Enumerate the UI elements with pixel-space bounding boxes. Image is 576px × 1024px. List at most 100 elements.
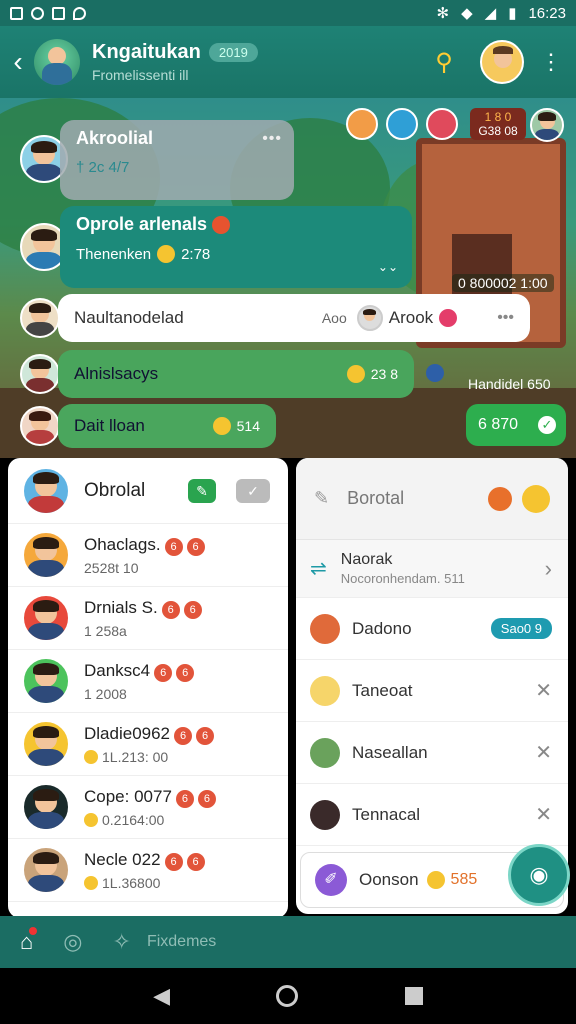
contact-subtitle: 1 258a <box>84 622 127 639</box>
more-vertical-icon[interactable]: ⋮ <box>540 49 562 75</box>
count-label: 585 <box>450 871 478 888</box>
chat-area: 1 8 0 G38 08 Akroolial † 2c 4/7 ••• Oprol… <box>0 98 576 458</box>
badge-icon: 6 <box>175 789 194 808</box>
left-contacts-panel: Obrolal ✎ ✓ Ohaclags. 6 6 2528t 10 Drnials S… <box>8 458 288 918</box>
back-arrow-icon[interactable]: ‹ <box>4 46 32 78</box>
sender-avatar[interactable] <box>20 354 60 394</box>
nav-row[interactable]: ⇌ Naorak Nocoronhendam. 511 › <box>296 540 568 598</box>
message-bubble[interactable]: Akroolial † 2c 4/7 ••• <box>60 120 294 200</box>
sender-avatar[interactable] <box>20 406 60 446</box>
emoji-icon <box>212 417 231 435</box>
notification-icon <box>10 6 23 20</box>
close-icon[interactable]: ✕ <box>535 802 552 827</box>
home-icon[interactable]: ⌂ <box>20 927 38 955</box>
group-avatar[interactable] <box>34 39 80 85</box>
chat-title: Kngaitukan <box>92 41 201 63</box>
badge-icon: 6 <box>196 726 215 745</box>
sun-icon <box>522 484 550 513</box>
status-badge: Sao0 9 <box>490 618 552 639</box>
contact-row[interactable]: Ohaclags. 6 6 2528t 10 <box>8 524 288 587</box>
contact-row[interactable]: Danksc4 6 6 1 2008 <box>8 650 288 713</box>
right-panel-header: ✎ Borotal <box>296 458 568 540</box>
contact-list: Ohaclags. 6 6 2528t 10 Drnials S. 6 6 1 258a Dan… <box>8 524 288 902</box>
panel-avatar[interactable] <box>22 466 70 515</box>
avatar <box>310 613 340 644</box>
reaction-pill[interactable]: 6 870 ✓ <box>466 404 566 446</box>
tools-icon[interactable]: ✧ <box>113 929 131 955</box>
profile-icon[interactable]: ◎ <box>63 929 82 955</box>
signal-icon: ◢ <box>484 5 497 22</box>
contact-subtitle: 2528t 10 <box>84 559 139 576</box>
option-row-naseallan[interactable]: Naseallan ✕ <box>296 722 568 784</box>
gear-icon: ✻ <box>436 5 450 22</box>
emoji-icon <box>157 245 176 263</box>
contact-subtitle: 1L.36800 <box>84 875 205 891</box>
edit-icon[interactable]: ✎ <box>188 478 216 503</box>
contact-row[interactable]: Dladie0962 6 6 1L.213: 00 <box>8 713 288 776</box>
settings-icon <box>31 6 44 20</box>
fab-button[interactable]: ◉ <box>508 844 570 906</box>
bottom-nav: ⌂ ◎ ✧ Fixdemes <box>0 916 576 968</box>
participant-avatar[interactable] <box>426 108 458 140</box>
chat-title-area[interactable]: Kngaitukan 2019 Fromelissenti ill <box>92 41 424 83</box>
contact-subtitle: 1L.213: 00 <box>84 749 214 765</box>
home-circle-icon[interactable] <box>276 985 299 1007</box>
message-bubble[interactable]: Alnislsacys 23 8 <box>58 350 414 398</box>
message-meta: 23 8 <box>370 366 398 382</box>
badge-icon: 6 <box>183 600 202 619</box>
reply-avatar <box>356 305 383 331</box>
contact-row[interactable]: Drnials S. 6 6 1 258a <box>8 587 288 650</box>
contact-avatar <box>22 783 70 831</box>
contact-name: Cope: 0077 6 6 <box>84 787 216 808</box>
contact-avatar <box>22 720 70 768</box>
participant-badge: 1 8 0 G38 08 <box>470 108 526 140</box>
more-icon[interactable]: ••• <box>262 130 282 148</box>
expand-icon[interactable]: ⌄⌄ <box>378 260 398 274</box>
emoji-icon <box>426 871 445 889</box>
option-row-tennacal[interactable]: Tennacal ✕ <box>296 784 568 846</box>
participant-avatar[interactable] <box>386 108 418 140</box>
badge-icon: 6 <box>164 852 183 871</box>
checkbox-icon[interactable]: ✓ <box>236 478 270 503</box>
contact-avatar <box>22 594 70 642</box>
wifi-icon: ◆ <box>461 5 473 22</box>
clock-text: 16:23 <box>528 4 566 22</box>
check-icon: ✓ <box>538 416 556 434</box>
participant-avatar[interactable] <box>530 108 564 142</box>
badge-icon: 6 <box>174 726 193 745</box>
eye-icon: ◉ <box>529 862 549 887</box>
participant-avatar[interactable] <box>346 108 378 140</box>
contact-name: Ohaclags. 6 6 <box>84 535 205 556</box>
emoji-icon <box>346 365 365 383</box>
badge-icon: 6 <box>161 600 180 619</box>
more-icon[interactable]: ••• <box>497 309 514 327</box>
message-meta: Aoo <box>321 310 347 326</box>
badge-icon: 6 <box>186 537 205 556</box>
message-bubble[interactable]: Dait lloan 514 <box>58 404 276 448</box>
close-icon[interactable]: ✕ <box>535 740 552 765</box>
status-label: Handidel 650 <box>468 376 551 392</box>
chat-subtitle: Fromelissenti ill <box>92 67 189 83</box>
contact-row[interactable]: Necle 022 6 6 1L.36800 <box>8 839 288 902</box>
close-icon[interactable]: ✕ <box>535 678 552 703</box>
recents-icon[interactable] <box>404 987 423 1005</box>
back-icon[interactable]: ◀ <box>153 983 170 1009</box>
right-panel-title: Borotal <box>347 488 405 508</box>
contact-subtitle: 0.2164:00 <box>84 812 216 828</box>
avatar <box>310 675 340 706</box>
profile-avatar[interactable] <box>480 40 524 84</box>
search-icon[interactable]: ⚲ <box>424 48 464 77</box>
message-meta: Thenenken <box>76 245 152 263</box>
message-sender: Naultanodelad <box>74 308 184 327</box>
message-bubble[interactable]: Oprole arlenals Thenenken 2:78 ⌄⌄ <box>60 206 412 288</box>
contact-row[interactable]: Cope: 0077 6 6 0.2164:00 <box>8 776 288 839</box>
contact-avatar <box>22 846 70 894</box>
option-row-dadono[interactable]: Dadono Sao0 9 <box>296 598 568 660</box>
option-row-taneoat[interactable]: Taneoat ✕ <box>296 660 568 722</box>
link-icon: ⇌ <box>310 558 327 580</box>
image-icon <box>52 6 65 20</box>
nav-label[interactable]: Fixdemes <box>147 933 216 951</box>
message-sender: Dait lloan <box>74 416 145 435</box>
message-bubble[interactable]: Naultanodelad Aoo Arook ••• <box>58 294 530 342</box>
sender-avatar[interactable] <box>20 298 60 338</box>
